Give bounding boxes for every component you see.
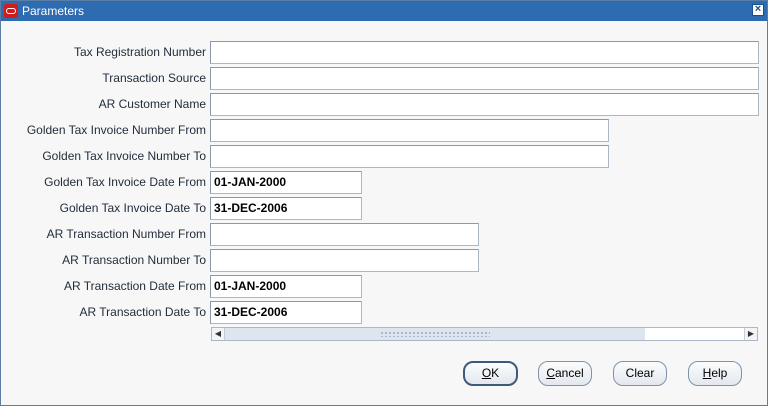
ok-button[interactable]: OK: [463, 361, 518, 386]
golden-tax-invoice-number-from-input[interactable]: [210, 119, 609, 142]
field-label: Golden Tax Invoice Number To: [42, 149, 206, 163]
field-row: Tax Registration Number: [1, 41, 206, 63]
help-label-rest: elp: [711, 366, 728, 380]
close-icon[interactable]: ×: [752, 4, 764, 16]
field-label: Golden Tax Invoice Number From: [26, 123, 206, 137]
tax-registration-number-input[interactable]: [210, 41, 759, 64]
oracle-logo-icon: [4, 4, 18, 18]
field-row: AR Transaction Number From: [1, 223, 206, 245]
clear-button[interactable]: Clear: [613, 361, 667, 386]
ok-mnemonic: O: [481, 366, 492, 380]
cancel-mnemonic: C: [546, 366, 555, 380]
golden-tax-invoice-date-to-input[interactable]: 31-DEC-2006: [210, 197, 362, 220]
field-row: Golden Tax Invoice Date To: [1, 197, 206, 219]
cancel-button[interactable]: Cancel: [538, 361, 592, 386]
field-label: AR Transaction Date To: [79, 305, 206, 319]
ok-label-rest: K: [491, 366, 500, 380]
field-row: AR Transaction Number To: [1, 249, 206, 271]
field-label: Golden Tax Invoice Date From: [44, 175, 206, 189]
ar-transaction-date-from-input[interactable]: 01-JAN-2000: [210, 275, 362, 298]
field-label: Transaction Source: [102, 71, 206, 85]
ar-transaction-number-from-input[interactable]: [210, 223, 479, 246]
parameters-window: Parameters × Tax Registration Number Tra…: [0, 0, 768, 406]
title-bar[interactable]: Parameters ×: [1, 1, 767, 21]
window-title: Parameters: [22, 4, 85, 18]
ar-transaction-number-to-input[interactable]: [210, 249, 479, 272]
ar-transaction-date-to-input[interactable]: 31-DEC-2006: [210, 301, 362, 324]
scrollbar-grip[interactable]: [380, 331, 490, 337]
horizontal-scrollbar[interactable]: ◀ ▶: [211, 327, 758, 341]
field-label: AR Transaction Number To: [62, 253, 206, 267]
arrow-right-icon[interactable]: ▶: [744, 328, 757, 340]
field-label: Golden Tax Invoice Date To: [59, 201, 206, 215]
golden-tax-invoice-date-from-input[interactable]: 01-JAN-2000: [210, 171, 362, 194]
field-row: AR Customer Name: [1, 93, 206, 115]
clear-label: Clear: [625, 366, 655, 380]
parameters-form: Tax Registration Number Transaction Sour…: [1, 21, 767, 405]
arrow-left-icon[interactable]: ◀: [212, 328, 225, 340]
field-label: AR Transaction Date From: [63, 279, 206, 293]
field-label: AR Customer Name: [98, 97, 206, 111]
field-label: Tax Registration Number: [73, 45, 206, 59]
field-label: AR Transaction Number From: [46, 227, 206, 241]
field-row: AR Transaction Date To: [1, 301, 206, 323]
field-row: Golden Tax Invoice Date From: [1, 171, 206, 193]
help-button[interactable]: Help: [688, 361, 742, 386]
transaction-source-input[interactable]: [210, 67, 759, 90]
ar-customer-name-input[interactable]: [210, 93, 759, 116]
field-row: Golden Tax Invoice Number From: [1, 119, 206, 141]
field-row: AR Transaction Date From: [1, 275, 206, 297]
field-row: Golden Tax Invoice Number To: [1, 145, 206, 167]
cancel-label-rest: ancel: [554, 366, 584, 380]
scrollbar-track[interactable]: [225, 328, 645, 340]
field-row: Transaction Source: [1, 67, 206, 89]
golden-tax-invoice-number-to-input[interactable]: [210, 145, 609, 168]
